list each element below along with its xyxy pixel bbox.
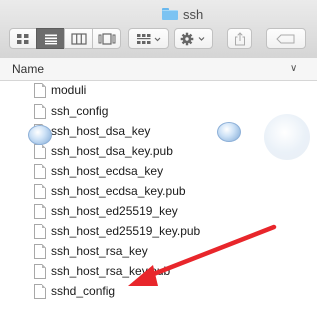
annotation-arrow-shaft bbox=[143, 224, 277, 280]
annotation-arrow-head bbox=[128, 265, 158, 286]
finder-window: ssh Name ∨ moduli ssh_config ssh_host_ds… bbox=[0, 0, 317, 318]
annotation-arrow bbox=[128, 224, 277, 286]
